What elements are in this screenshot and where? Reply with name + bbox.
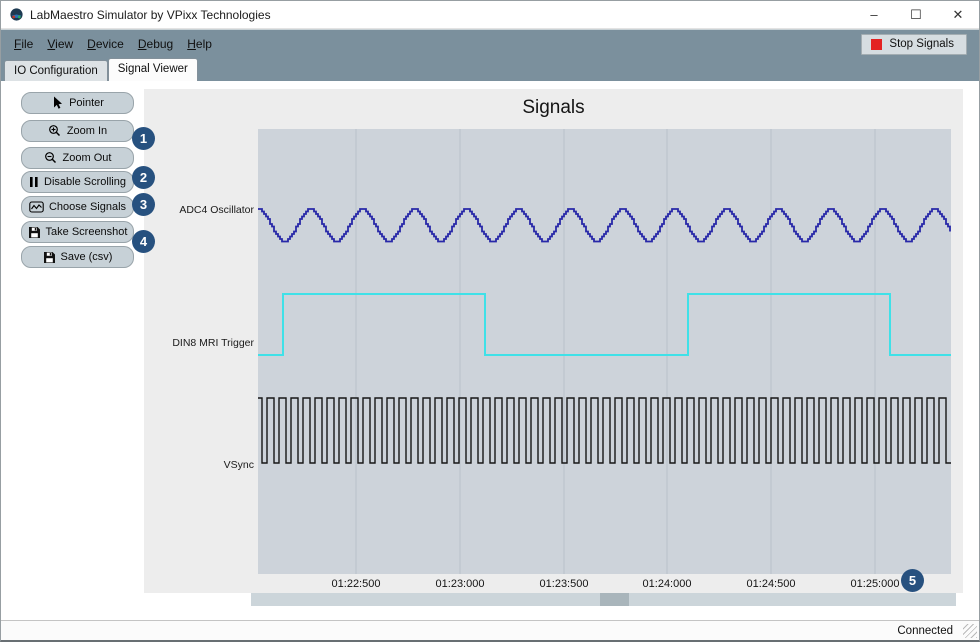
zoom-in-button[interactable]: Zoom In [21,120,134,142]
x-tick-label: 01:24:500 [726,578,816,590]
menu-debug[interactable]: Debug [131,34,180,54]
take-screenshot-button[interactable]: Take Screenshot [21,221,134,243]
main-content: Pointer Zoom In Zoom Out D [1,81,979,621]
waveform-path [258,294,951,355]
annotation-badge-3: 3 [132,193,155,216]
save-csv-label: Save (csv) [61,251,113,263]
signal-viewer-panel: Signals ADC4 Oscillator DIN8 MRI Trigger… [144,89,963,593]
disable-scrolling-label: Disable Scrolling [44,176,126,188]
choose-signals-button[interactable]: Choose Signals [21,196,134,218]
zoom-out-icon [44,151,58,165]
close-button[interactable]: ✕ [937,1,979,28]
minimize-button[interactable]: – [853,1,895,28]
menu-bar: File View Device Debug Help Stop Signals [1,29,979,58]
stop-signals-button[interactable]: Stop Signals [861,34,967,55]
pointer-icon [51,96,64,110]
plot-area[interactable] [258,129,951,574]
pointer-label: Pointer [69,97,104,109]
pause-icon [29,176,39,188]
signal-label-vsync: VSync [124,459,254,471]
annotation-badge-1: 1 [132,127,155,150]
annotation-badge-5: 5 [901,569,924,592]
plot-svg [258,129,951,574]
annotation-badge-4: 4 [132,230,155,253]
zoom-out-button[interactable]: Zoom Out [21,147,134,169]
stop-signals-label: Stop Signals [889,38,954,50]
menu-help[interactable]: Help [180,34,219,54]
signals-icon [29,201,44,213]
waveform-path [258,398,951,463]
menu-view[interactable]: View [40,34,80,54]
zoom-in-icon [48,124,62,138]
waveform-path [258,209,950,242]
signal-label-din8: DIN8 MRI Trigger [124,337,254,349]
menu-device[interactable]: Device [80,34,131,54]
app-logo-icon [9,7,24,22]
save-csv-button[interactable]: Save (csv) [21,246,134,268]
app-window: LabMaestro Simulator by VPixx Technologi… [0,0,980,642]
stop-icon [871,39,882,50]
tab-io-configuration[interactable]: IO Configuration [4,60,108,81]
menu-file[interactable]: File [7,34,40,54]
tab-strip: IO Configuration Signal Viewer [1,58,979,81]
status-bar: Connected [1,620,979,640]
title-bar: LabMaestro Simulator by VPixx Technologi… [1,1,979,29]
chart-title: Signals [144,97,963,119]
connection-status: Connected [897,625,953,637]
window-title: LabMaestro Simulator by VPixx Technologi… [30,8,271,22]
maximize-button[interactable]: ☐ [895,1,937,28]
choose-signals-label: Choose Signals [49,201,126,213]
zoom-out-label: Zoom Out [63,152,112,164]
disable-scrolling-button[interactable]: Disable Scrolling [21,171,134,193]
x-axis: 01:22:500 01:23:000 01:23:500 01:24:000 01:2… [258,578,951,593]
tab-signal-viewer[interactable]: Signal Viewer [108,58,198,81]
pointer-button[interactable]: Pointer [21,92,134,114]
resize-grip-icon[interactable] [963,624,977,638]
horizontal-scrollbar[interactable] [251,593,956,606]
save-icon [28,226,41,239]
annotation-badge-2: 2 [132,166,155,189]
x-tick-label: 01:24:000 [622,578,712,590]
x-tick-label: 01:23:000 [415,578,505,590]
x-tick-label: 01:22:500 [311,578,401,590]
take-screenshot-label: Take Screenshot [46,226,128,238]
save-icon [43,251,56,264]
x-tick-label: 01:23:500 [519,578,609,590]
scrollbar-thumb[interactable] [600,593,629,606]
zoom-in-label: Zoom In [67,125,107,137]
